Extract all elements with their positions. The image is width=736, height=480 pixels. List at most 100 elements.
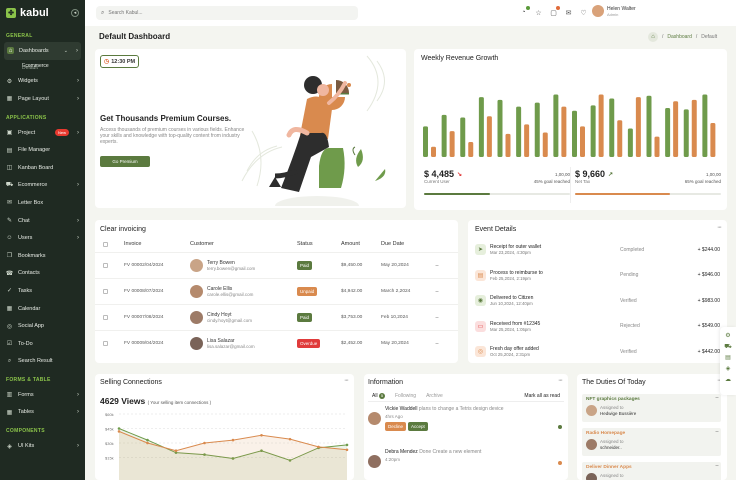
nav-social-app[interactable]: ◎ Social App <box>0 317 85 335</box>
duty-item[interactable]: Deliver Dinner Apps ··· Assigned to <box>582 462 721 480</box>
nav-tasks[interactable]: ✓ Tasks <box>0 282 85 300</box>
heart-icon[interactable]: ♡ <box>579 8 588 17</box>
table-icon: ▦ <box>6 409 13 416</box>
more-icon[interactable]: ··· <box>715 429 719 435</box>
event-row[interactable]: ◉ Delivered to Citizen Jun 10,2024, 12:40… <box>468 288 727 314</box>
revenue-bar <box>635 97 641 157</box>
tab-following[interactable]: Following <box>395 393 416 399</box>
nav-kanban[interactable]: ◫ Kanban Board <box>0 159 85 177</box>
duty-item[interactable]: Radio Homepage ··· Assigned to schneider.… <box>582 428 721 456</box>
more-icon[interactable]: ··· <box>715 395 719 401</box>
search-input[interactable] <box>108 10 358 16</box>
tab-all[interactable]: All 5 <box>372 393 385 399</box>
event-status: Rejected <box>620 323 640 330</box>
more-icon[interactable]: ··· <box>558 377 563 384</box>
chevron-right-icon: › <box>77 95 79 102</box>
nav-widgets[interactable]: ⚙ Widgets › <box>0 73 85 91</box>
chat-icon: ✎ <box>6 218 13 225</box>
y-tick-label: $60k <box>105 412 114 417</box>
chevron-right-icon: › <box>77 235 79 242</box>
nav-chat[interactable]: ✎ Chat › <box>0 212 85 230</box>
series-area <box>119 431 347 480</box>
revenue-bar <box>486 116 492 157</box>
event-row[interactable]: ▭ Received from #12345 Mar 25,2024, 1:05p… <box>468 314 727 340</box>
table-row[interactable]: FV 00008/07/2024 Carole Ellis carole.elli… <box>95 278 458 304</box>
calendar-icon: ▦ <box>6 306 13 313</box>
nav-bookmarks[interactable]: ❐ Bookmarks <box>0 247 85 265</box>
accept-button[interactable]: Accept <box>408 422 428 431</box>
notification-icon[interactable]: ◔ <box>519 6 530 17</box>
search-box[interactable]: ⌕ <box>96 6 358 20</box>
cloud-icon[interactable]: ☁ <box>725 376 732 383</box>
folder-icon: ▣ <box>6 130 13 137</box>
home-icon[interactable]: ⌂ <box>648 32 658 42</box>
nav-ecommerce[interactable]: ⛟ Ecommerce › <box>0 177 85 195</box>
cart-icon[interactable]: ▢ <box>549 6 560 17</box>
nav-search-result[interactable]: ⌕ Search Result <box>0 353 85 371</box>
nav-tables[interactable]: ▦ Tables › <box>0 404 85 422</box>
forms-icon: ▥ <box>6 392 13 399</box>
revenue-bar <box>691 99 697 157</box>
star-icon[interactable]: ☆ <box>534 8 543 17</box>
nav-todo[interactable]: ☑ To-Do <box>0 335 85 353</box>
chevron-right-icon: › <box>77 78 79 85</box>
nav-calendar[interactable]: ▦ Calendar <box>0 300 85 318</box>
mark-all-read-link[interactable]: Mark all as read <box>524 393 560 399</box>
more-icon[interactable]: ··· <box>344 377 349 384</box>
message-icon[interactable]: ✉ <box>564 8 573 17</box>
nav-ui-kits[interactable]: ◈ UI Kits › <box>0 437 85 455</box>
chevron-right-icon: › <box>77 129 79 136</box>
more-icon[interactable]: ··· <box>435 341 439 347</box>
revenue-bar <box>505 133 511 157</box>
table-row[interactable]: FV 00007/08/2024 Cindy Hoyt cindy.hoyt@gm… <box>95 304 458 330</box>
row-checkbox[interactable] <box>103 289 108 294</box>
event-status: Pending <box>620 272 639 279</box>
nav-forms[interactable]: ▥ Forms › <box>0 386 85 404</box>
event-amount: + $946.00 <box>697 272 720 279</box>
event-row[interactable]: ▤ Process to reimburse to Feb 25,2024, 2:… <box>468 263 727 289</box>
nav-page-layout[interactable]: ▦ Page Layout › <box>0 90 85 108</box>
table-row[interactable]: FV 00002/04/2024 Terry Bowen terry.bowen@… <box>95 252 458 278</box>
layers-icon[interactable]: ◈ <box>725 365 732 372</box>
hero-card: ◷ 12:30 PM Get Thousands Premium Courses… <box>95 49 406 208</box>
row-checkbox[interactable] <box>103 315 108 320</box>
document-icon[interactable]: ▤ <box>725 354 732 361</box>
nav-project[interactable]: ▣ Project New › <box>0 124 85 142</box>
nav-sub-default[interactable]: Default <box>0 62 38 74</box>
more-icon[interactable]: ··· <box>435 263 439 269</box>
series-point <box>146 441 149 445</box>
nav-contacts[interactable]: ☎ Contacts <box>0 265 85 283</box>
more-icon[interactable]: ··· <box>435 289 439 295</box>
row-checkbox[interactable] <box>103 263 108 268</box>
more-icon[interactable]: ··· <box>715 463 719 469</box>
tasks-icon: ✓ <box>6 288 13 295</box>
nav-file-manager[interactable]: ▤ File Manager <box>0 141 85 159</box>
brand[interactable]: ✤ kabul ◂ <box>0 0 85 26</box>
user-menu[interactable]: Helen Walter Admin <box>592 5 636 17</box>
revenue-bar <box>524 124 530 157</box>
sidebar-toggle-icon[interactable]: ◂ <box>71 9 79 17</box>
settings-icon[interactable]: ⚙ <box>725 332 732 339</box>
event-row[interactable]: ◎ Fresh day offer added Oct 25,2024, 2:31… <box>468 339 727 365</box>
page-title: Default Dashboard <box>99 32 171 41</box>
event-row[interactable]: ➤ Receipt for outer wallet Mar 23,2024, 4… <box>468 237 727 263</box>
tab-archive[interactable]: Archive <box>426 393 443 399</box>
progress-fill <box>424 193 490 195</box>
more-icon[interactable]: ··· <box>435 315 439 321</box>
select-all-checkbox[interactable] <box>103 241 108 247</box>
more-icon[interactable]: ··· <box>717 224 722 231</box>
series-point <box>203 441 206 445</box>
table-row[interactable]: FV 00009/04/2024 Lisa Salazar lisa.salaza… <box>95 330 458 356</box>
chevron-right-icon: › <box>77 217 79 224</box>
nav-users[interactable]: ☺ Users › <box>0 229 85 247</box>
event-amount: + $442.00 <box>697 348 720 355</box>
decline-button[interactable]: Decline <box>385 422 407 431</box>
breadcrumb-dashboard[interactable]: Dashboard <box>667 34 691 40</box>
cart-icon[interactable]: ⛟ <box>724 343 732 350</box>
row-checkbox[interactable] <box>103 341 108 346</box>
duty-item[interactable]: NFT graphics packages ··· Assigned to Hed… <box>582 394 721 422</box>
nav-letter-box[interactable]: ✉ Letter Box <box>0 194 85 212</box>
revenue-bar <box>441 114 447 157</box>
go-premium-button[interactable]: Go Premium <box>100 156 150 167</box>
nav-dashboards[interactable]: ⌂ Dashboards ⌄ › <box>4 42 81 60</box>
